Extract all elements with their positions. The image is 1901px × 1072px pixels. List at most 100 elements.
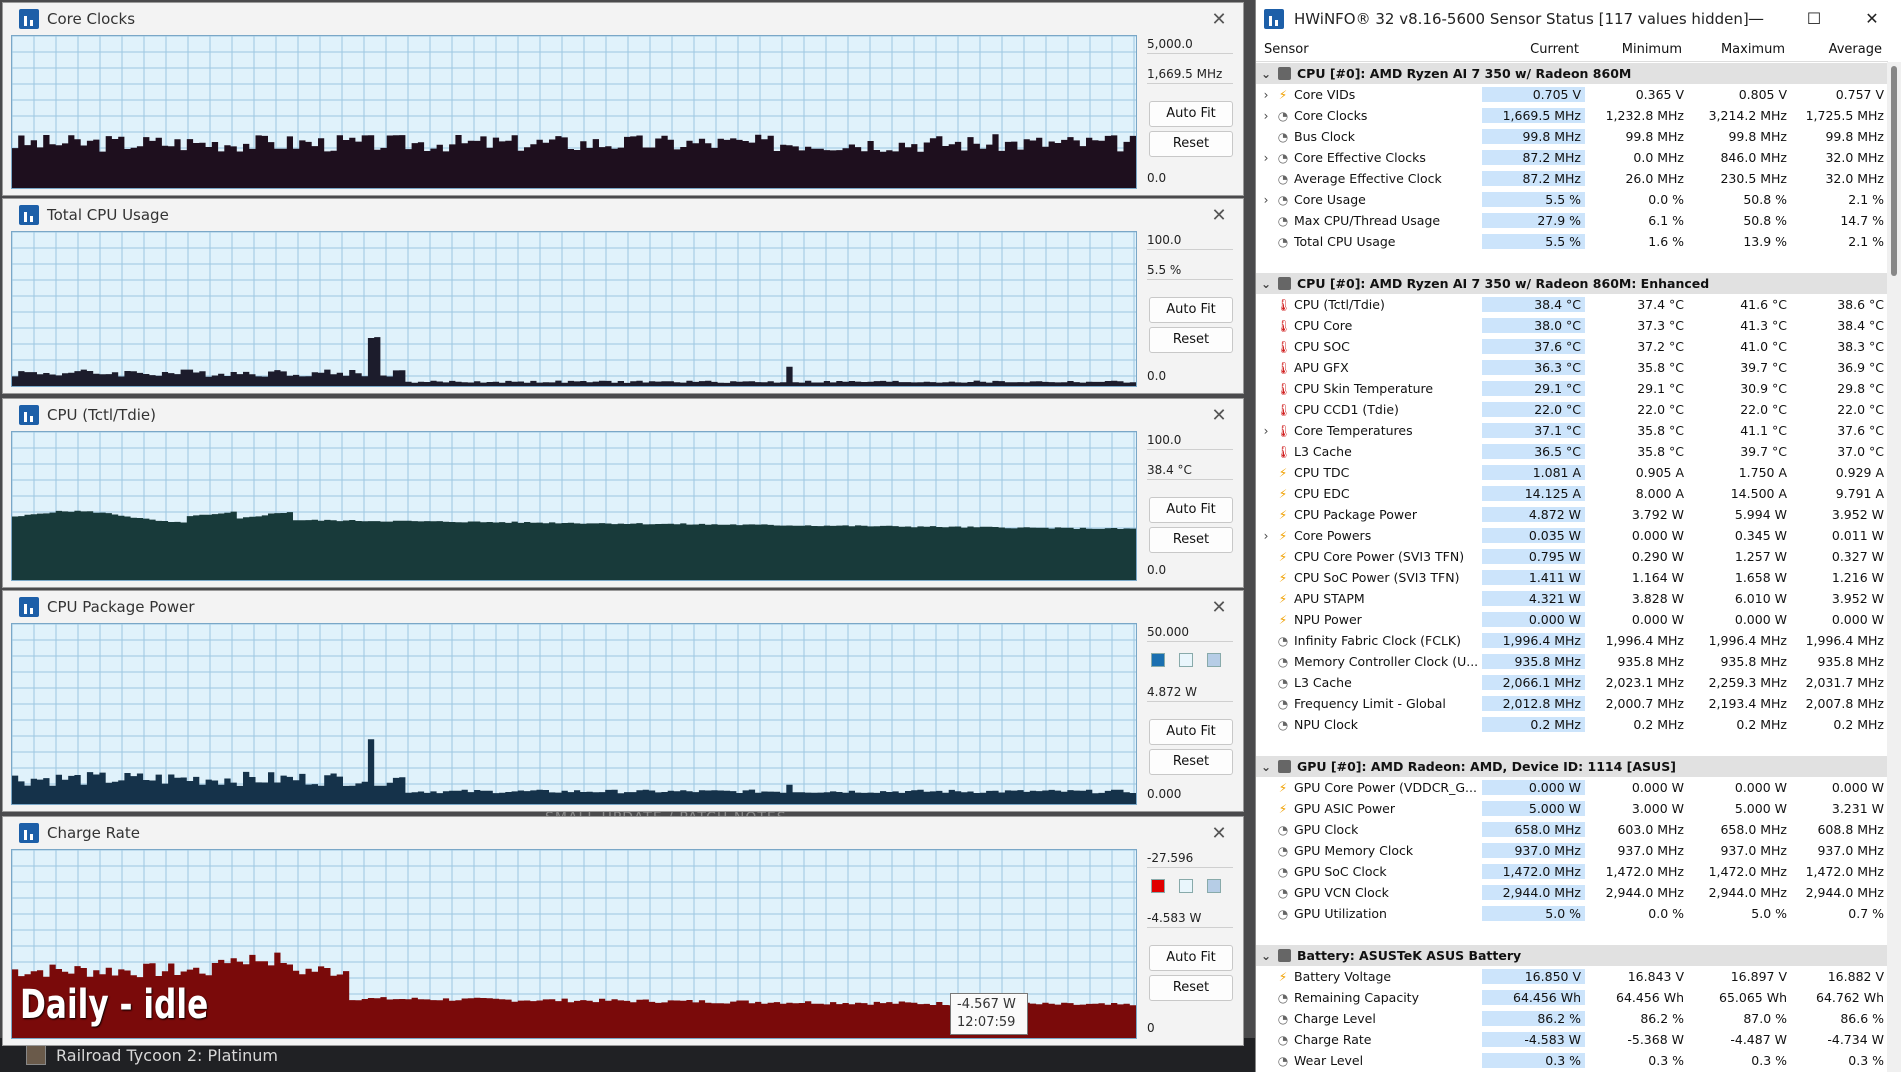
close-icon[interactable]: ✕ [1843,0,1901,38]
sensor-row[interactable]: ◔ Max CPU/Thread Usage 27.9 % 6.1 % 50.8… [1256,210,1888,231]
sensor-row[interactable]: 🌡 CPU SOC 37.6 °C 37.2 °C 41.0 °C 38.3 °… [1256,336,1888,357]
sensor-row[interactable]: ◔ GPU SoC Clock 1,472.0 MHz 1,472.0 MHz … [1256,861,1888,882]
sensor-row[interactable]: › ⚡ Core VIDs 0.705 V 0.365 V 0.805 V 0.… [1256,84,1888,105]
sensor-row[interactable]: ◔ Infinity Fabric Clock (FCLK) 1,996.4 M… [1256,630,1888,651]
col-maximum[interactable]: Maximum [1688,38,1791,61]
sensor-current: 36.3 °C [1482,360,1585,375]
reset-button[interactable]: Reset [1149,327,1233,353]
sensor-row[interactable]: ◔ Frequency Limit - Global 2,012.8 MHz 2… [1256,693,1888,714]
close-icon[interactable]: ✕ [1209,405,1229,426]
graph-titlebar[interactable]: Total CPU Usage ✕ [3,199,1243,231]
sensor-row[interactable]: 🌡 CPU Core 38.0 °C 37.3 °C 41.3 °C 38.4 … [1256,315,1888,336]
sensor-group-row[interactable]: ⌄ Battery: ASUSTeK ASUS Battery [1256,945,1888,966]
sensor-row[interactable]: ◔ Average Effective Clock 87.2 MHz 26.0 … [1256,168,1888,189]
chevron-right-icon[interactable]: › [1256,193,1276,207]
col-sensor[interactable]: Sensor [1256,38,1482,61]
auto-fit-button[interactable]: Auto Fit [1149,945,1233,971]
sensor-row[interactable]: ◔ Charge Level 86.2 % 86.2 % 87.0 % 86.6… [1256,1008,1888,1029]
auto-fit-button[interactable]: Auto Fit [1149,719,1233,745]
sensor-row[interactable]: 🌡 L3 Cache 36.5 °C 35.8 °C 39.7 °C 37.0 … [1256,441,1888,462]
sensor-row[interactable]: › ⚡ Core Powers 0.035 W 0.000 W 0.345 W … [1256,525,1888,546]
close-icon[interactable]: ✕ [1209,597,1229,618]
graph-titlebar[interactable]: Charge Rate ✕ [3,817,1243,849]
close-icon[interactable]: ✕ [1209,205,1229,226]
graph-titlebar[interactable]: CPU (Tctl/Tdie) ✕ [3,399,1243,431]
sensor-row[interactable]: › ◔ Core Effective Clocks 87.2 MHz 0.0 M… [1256,147,1888,168]
sensor-group-row[interactable]: ⌄ GPU [#0]: AMD Radeon: AMD, Device ID: … [1256,756,1888,777]
vertical-scrollbar[interactable] [1887,62,1901,1072]
chevron-down-icon[interactable]: ⌄ [1256,277,1276,291]
line-color-swatch[interactable] [1151,653,1165,667]
auto-fit-button[interactable]: Auto Fit [1149,297,1233,323]
sensor-group-row[interactable]: ⌄ CPU [#0]: AMD Ryzen AI 7 350 w/ Radeon… [1256,273,1888,294]
sensor-row[interactable]: ◔ Memory Controller Clock (U... 935.8 MH… [1256,651,1888,672]
sensor-row[interactable]: ◔ GPU VCN Clock 2,944.0 MHz 2,944.0 MHz … [1256,882,1888,903]
sensor-row[interactable]: ⚡ APU STAPM 4.321 W 3.828 W 6.010 W 3.95… [1256,588,1888,609]
graph-titlebar[interactable]: Core Clocks ✕ [3,3,1243,35]
sensor-row[interactable]: ⚡ CPU TDC 1.081 A 0.905 A 1.750 A 0.929 … [1256,462,1888,483]
sensor-row[interactable]: ◔ GPU Utilization 5.0 % 0.0 % 5.0 % 0.7 … [1256,903,1888,924]
chevron-right-icon[interactable]: › [1256,529,1276,543]
sensor-row[interactable]: ⚡ CPU Package Power 4.872 W 3.792 W 5.99… [1256,504,1888,525]
chevron-down-icon[interactable]: ⌄ [1256,760,1276,774]
sensor-row[interactable]: ◔ Bus Clock 99.8 MHz 99.8 MHz 99.8 MHz 9… [1256,126,1888,147]
sensor-row[interactable]: ◔ GPU Memory Clock 937.0 MHz 937.0 MHz 9… [1256,840,1888,861]
reset-button[interactable]: Reset [1149,749,1233,775]
sensor-row[interactable]: ⚡ GPU ASIC Power 5.000 W 3.000 W 5.000 W… [1256,798,1888,819]
close-icon[interactable]: ✕ [1209,823,1229,844]
sensor-row[interactable]: ◔ NPU Clock 0.2 MHz 0.2 MHz 0.2 MHz 0.2 … [1256,714,1888,735]
taskbar-app[interactable]: Railroad Tycoon 2: Platinum [26,1043,278,1067]
hwinfo-titlebar[interactable]: HWiNFO® 32 v8.16-5600 Sensor Status [117… [1256,0,1901,38]
chevron-right-icon[interactable]: › [1256,88,1276,102]
reset-button[interactable]: Reset [1149,131,1233,157]
close-icon[interactable]: ✕ [1209,9,1229,30]
graph-titlebar[interactable]: CPU Package Power ✕ [3,591,1243,623]
col-average[interactable]: Average [1791,38,1888,61]
sensor-name: CPU Core [1294,318,1353,333]
grid-color-swatch[interactable] [1207,879,1221,893]
sensor-row[interactable]: ⚡ CPU SoC Power (SVI3 TFN) 1.411 W 1.164… [1256,567,1888,588]
bg-color-swatch[interactable] [1179,653,1193,667]
auto-fit-button[interactable]: Auto Fit [1149,101,1233,127]
sensor-current: 5.000 W [1482,801,1585,816]
reset-button[interactable]: Reset [1149,527,1233,553]
thermometer-icon: 🌡 [1276,402,1292,417]
sensor-row[interactable]: ⚡ Battery Voltage 16.850 V 16.843 V 16.8… [1256,966,1888,987]
grid-color-swatch[interactable] [1207,653,1221,667]
chevron-down-icon[interactable]: ⌄ [1256,949,1276,963]
chevron-right-icon[interactable]: › [1256,151,1276,165]
sensor-row[interactable]: 🌡 CPU (Tctl/Tdie) 38.4 °C 37.4 °C 41.6 °… [1256,294,1888,315]
sensor-current: 1,996.4 MHz [1482,633,1585,648]
sensor-group-row[interactable]: ⌄ CPU [#0]: AMD Ryzen AI 7 350 w/ Radeon… [1256,63,1888,84]
sensor-row[interactable]: ⚡ NPU Power 0.000 W 0.000 W 0.000 W 0.00… [1256,609,1888,630]
chevron-right-icon[interactable]: › [1256,424,1276,438]
chevron-right-icon[interactable]: › [1256,109,1276,123]
sensor-row[interactable]: ⚡ CPU Core Power (SVI3 TFN) 0.795 W 0.29… [1256,546,1888,567]
sensor-row[interactable]: ◔ Wear Level 0.3 % 0.3 % 0.3 % 0.3 % [1256,1050,1888,1071]
sensor-row[interactable]: 🌡 APU GFX 36.3 °C 35.8 °C 39.7 °C 36.9 °… [1256,357,1888,378]
sensor-name: APU GFX [1294,360,1349,375]
sensor-row[interactable]: ◔ Total CPU Usage 5.5 % 1.6 % 13.9 % 2.1… [1256,231,1888,252]
sensor-row[interactable]: ◔ Charge Rate -4.583 W -5.368 W -4.487 W… [1256,1029,1888,1050]
bg-color-swatch[interactable] [1179,879,1193,893]
sensor-row[interactable]: › ◔ Core Usage 5.5 % 0.0 % 50.8 % 2.1 % [1256,189,1888,210]
scrollbar-thumb[interactable] [1891,66,1897,276]
sensor-row[interactable]: 🌡 CPU Skin Temperature 29.1 °C 29.1 °C 3… [1256,378,1888,399]
chevron-down-icon[interactable]: ⌄ [1256,67,1276,81]
sensor-minimum: 16.843 V [1627,969,1684,984]
sensor-row[interactable]: ⚡ GPU Core Power (VDDCR_G... 0.000 W 0.0… [1256,777,1888,798]
line-color-swatch[interactable] [1151,879,1165,893]
sensor-row[interactable]: ⚡ CPU EDC 14.125 A 8.000 A 14.500 A 9.79… [1256,483,1888,504]
sensor-row[interactable]: › 🌡 Core Temperatures 37.1 °C 35.8 °C 41… [1256,420,1888,441]
maximize-icon[interactable]: ☐ [1785,0,1843,38]
sensor-row[interactable]: ◔ L3 Cache 2,066.1 MHz 2,023.1 MHz 2,259… [1256,672,1888,693]
col-minimum[interactable]: Minimum [1585,38,1688,61]
sensor-row[interactable]: 🌡 CPU CCD1 (Tdie) 22.0 °C 22.0 °C 22.0 °… [1256,399,1888,420]
sensor-row[interactable]: ◔ GPU Clock 658.0 MHz 603.0 MHz 658.0 MH… [1256,819,1888,840]
minimize-icon[interactable]: — [1727,0,1785,38]
col-current[interactable]: Current [1482,38,1585,61]
auto-fit-button[interactable]: Auto Fit [1149,497,1233,523]
reset-button[interactable]: Reset [1149,975,1233,1001]
sensor-row[interactable]: ◔ Remaining Capacity 64.456 Wh 64.456 Wh… [1256,987,1888,1008]
sensor-row[interactable]: › ◔ Core Clocks 1,669.5 MHz 1,232.8 MHz … [1256,105,1888,126]
